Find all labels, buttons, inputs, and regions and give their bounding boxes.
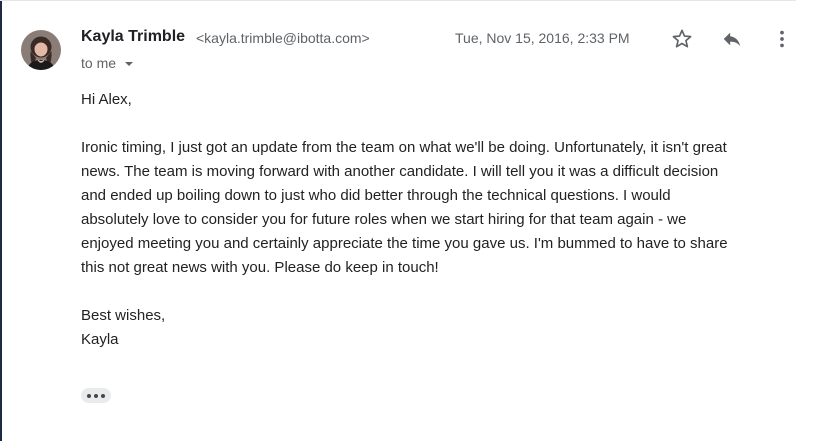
star-button[interactable] <box>668 25 696 53</box>
signature: Kayla <box>81 331 119 348</box>
body-line: and ended up boiling down to just who di… <box>81 187 671 204</box>
sender-email: <kayla.trimble@ibotta.com> <box>196 30 370 46</box>
avatar-image <box>21 30 61 70</box>
divider <box>0 0 796 1</box>
body-line: news. The team is moving forward with an… <box>81 163 719 180</box>
ellipsis-icon <box>87 393 91 398</box>
more-vertical-icon <box>780 30 784 48</box>
sender-name[interactable]: Kayla Trimble <box>81 28 185 46</box>
message-date: Tue, Nov 15, 2016, 2:33 PM <box>455 30 630 46</box>
ellipsis-icon <box>94 393 98 398</box>
avatar[interactable] <box>21 30 61 70</box>
star-outline-icon <box>672 29 692 48</box>
chevron-down-icon <box>125 61 134 66</box>
body-paragraph: Ironic timing, I just got an update from… <box>81 136 791 280</box>
reply-arrow-icon <box>723 32 741 47</box>
reply-button[interactable] <box>718 25 746 53</box>
message-body: Hi Alex, Ironic timing, I just got an up… <box>81 88 791 352</box>
recipient-label: to me <box>81 55 117 71</box>
recipient-toggle[interactable]: to me <box>81 55 134 71</box>
greeting: Hi Alex, <box>81 91 132 108</box>
body-line: this not great news with you. Please do … <box>81 259 439 276</box>
window-edge <box>0 0 2 441</box>
more-options-button[interactable] <box>768 25 796 53</box>
body-line: absolutely love to consider you for futu… <box>81 211 687 228</box>
closing: Best wishes, <box>81 307 166 324</box>
body-line: Ironic timing, I just got an update from… <box>81 139 727 156</box>
ellipsis-icon <box>101 393 105 398</box>
show-trimmed-content-button[interactable] <box>81 388 111 403</box>
body-line: enjoyed meeting you and certainly apprec… <box>81 235 728 252</box>
